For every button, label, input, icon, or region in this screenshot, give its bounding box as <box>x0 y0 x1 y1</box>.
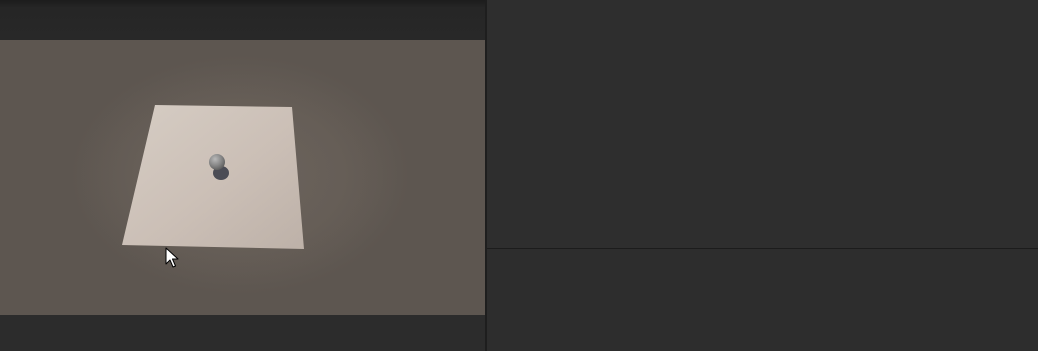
scene-viewport[interactable] <box>0 40 485 315</box>
scene-toolbar <box>0 0 485 40</box>
inspector-panel <box>487 0 1038 248</box>
scene-canvas <box>78 65 398 285</box>
editor-window <box>0 0 1038 351</box>
sphere-object[interactable] <box>209 154 225 170</box>
arrow-pointer-icon <box>165 247 179 268</box>
scene-panel <box>0 0 485 351</box>
lower-right-panel <box>487 249 1038 351</box>
scene-bottom-bar <box>0 315 485 351</box>
